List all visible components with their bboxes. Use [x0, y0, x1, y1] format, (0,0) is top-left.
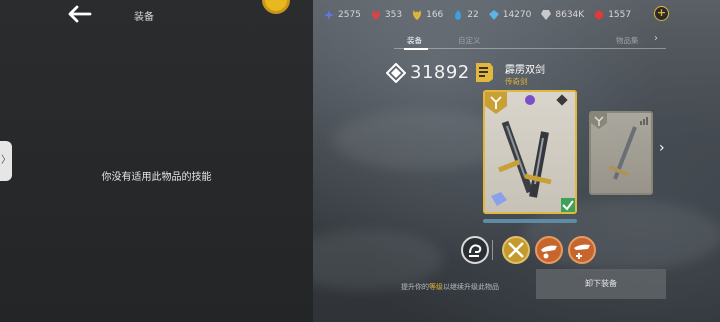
crossed-swords-icon	[508, 242, 524, 258]
back-arrow-icon	[68, 5, 92, 23]
power-value: 31892	[410, 62, 470, 83]
currency-value: 8634K	[555, 10, 585, 20]
equipped-item-card[interactable]	[483, 90, 577, 214]
currency-value: 1557	[608, 10, 632, 20]
hint-prefix: 提升你的	[401, 283, 429, 291]
red-gem-icon	[595, 10, 604, 20]
currency-value: 14270	[502, 10, 532, 20]
dual-swords-art	[485, 92, 575, 212]
skill-slot-2[interactable]	[535, 236, 563, 264]
page-title: 装备	[134, 12, 154, 23]
currency-value: 22	[467, 10, 479, 20]
left-panel	[0, 0, 313, 322]
next-item-chevron-icon[interactable]: ›	[659, 140, 665, 156]
equipped-indicator-bar	[483, 219, 577, 223]
blade-drop-icon	[541, 245, 557, 259]
tab-equip[interactable]: 装备	[407, 35, 422, 46]
unequip-button[interactable]: 卸下装备	[536, 269, 666, 299]
no-skill-message: 你没有适用此物品的技能	[101, 172, 212, 183]
red-leaf-icon	[371, 10, 380, 20]
gold-leaf-icon	[413, 10, 422, 20]
tab-bar: 装备 自定义 物品集 ›	[394, 33, 666, 50]
chevron-right-icon[interactable]: ›	[654, 33, 658, 44]
top-bar: 装备 2575 353 166 22 14270 8634K 1557 +	[0, 0, 720, 30]
currency-bar: 2575 353 166 22 14270 8634K 1557	[324, 8, 641, 22]
hint-level-link[interactable]: 等级	[429, 283, 443, 291]
skill-slot-1[interactable]	[502, 236, 530, 264]
hand-grip-icon	[469, 244, 482, 257]
currency-value: 353	[384, 10, 403, 20]
currency-value: 2575	[338, 10, 361, 20]
currency-gold-leaf: 166	[412, 10, 443, 20]
alternate-item-card[interactable]	[589, 111, 653, 195]
item-name: 霹雳双剑	[505, 65, 545, 76]
currency-red-gem: 1557	[594, 10, 631, 20]
upgrade-hint: 提升你的等级以继续升级此物品	[401, 282, 499, 292]
currency-blue-gem: 14270	[488, 10, 532, 20]
item-rarity: 传奇剑	[505, 77, 528, 86]
currency-value: 166	[426, 10, 444, 20]
blue-flame-icon	[455, 10, 462, 20]
cloud-decor	[313, 230, 443, 290]
crystal-icon	[541, 10, 552, 20]
back-button[interactable]	[66, 4, 94, 24]
blade-plus-icon	[574, 244, 590, 259]
tab-custom[interactable]: 自定义	[458, 35, 481, 46]
power-score: 31892	[386, 62, 470, 83]
currency-crystal: 8634K	[541, 10, 584, 20]
power-crystal-icon	[386, 62, 406, 83]
emblem-icon[interactable]	[262, 0, 290, 14]
currency-red-leaf: 353	[371, 10, 402, 20]
sword-class-icon	[476, 63, 493, 82]
add-currency-button[interactable]: +	[654, 6, 669, 21]
tab-collection[interactable]: 物品集	[616, 35, 639, 46]
currency-blue-flame: 22	[453, 10, 479, 20]
blue-star-icon	[324, 10, 334, 20]
sword-art	[591, 113, 648, 180]
active-tab-indicator	[404, 48, 428, 50]
currency-blue-star: 2575	[324, 10, 361, 20]
skill-divider	[492, 240, 493, 260]
skill-slot-3[interactable]	[568, 236, 596, 264]
blue-gem-icon	[488, 10, 499, 20]
hint-suffix: 以继续升级此物品	[443, 283, 499, 291]
skill-slot-weapon[interactable]	[461, 236, 489, 264]
rarity-gem-icon	[525, 95, 535, 105]
